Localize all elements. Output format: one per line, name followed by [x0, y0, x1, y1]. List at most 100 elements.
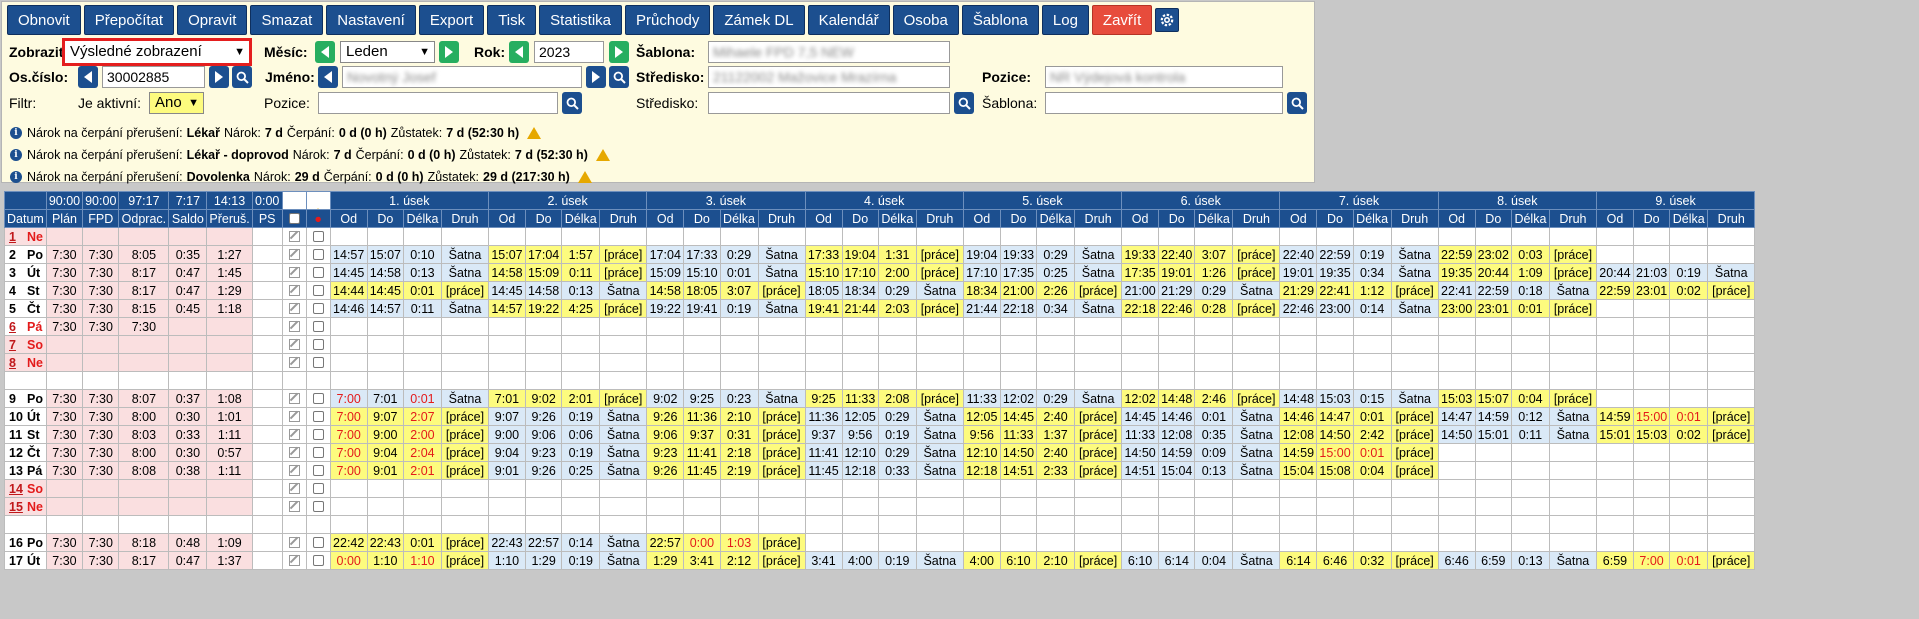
- day-number[interactable]: 6: [9, 320, 23, 334]
- edit-icon[interactable]: [288, 500, 300, 512]
- delete-button[interactable]: Smazat: [250, 5, 324, 35]
- center-filter-input[interactable]: [708, 92, 950, 114]
- row-checkbox[interactable]: [312, 248, 324, 260]
- month-prev-icon[interactable]: [315, 41, 335, 63]
- edit-icon[interactable]: [288, 230, 300, 242]
- row-checkbox[interactable]: [312, 302, 324, 314]
- row-checkbox[interactable]: [312, 266, 324, 278]
- edit-icon[interactable]: [288, 428, 300, 440]
- day-number[interactable]: 15: [9, 500, 23, 514]
- segment-cell: 15:01: [1474, 425, 1512, 444]
- year-input[interactable]: 2023: [534, 41, 604, 63]
- person-prev-icon[interactable]: [78, 66, 98, 88]
- row-checkbox[interactable]: [312, 536, 324, 548]
- refresh-button[interactable]: Obnovit: [7, 5, 81, 35]
- print-button[interactable]: Tisk: [487, 5, 537, 35]
- gear-icon[interactable]: [1155, 8, 1180, 32]
- position-filter-input[interactable]: [318, 92, 558, 114]
- segment-cell: [1632, 299, 1671, 318]
- year-next-icon[interactable]: [609, 41, 629, 63]
- info-type: Lékař - doprovod: [186, 148, 289, 162]
- name-input[interactable]: Novotný Josef: [342, 66, 582, 88]
- select-all-checkbox[interactable]: [288, 212, 300, 224]
- edit-icon[interactable]: [288, 266, 300, 278]
- row-checkbox[interactable]: [312, 500, 324, 512]
- edit-icon[interactable]: [288, 536, 300, 548]
- export-button[interactable]: Export: [418, 5, 485, 35]
- position-input[interactable]: NR Výdejová kontrola: [1045, 66, 1283, 88]
- segment-cell: 0:09: [1194, 443, 1234, 462]
- edit-icon[interactable]: [288, 302, 300, 314]
- row-checkbox[interactable]: [312, 482, 324, 494]
- row-checkbox[interactable]: [312, 428, 324, 440]
- name-prev-icon[interactable]: [318, 66, 338, 88]
- row-checkbox[interactable]: [312, 410, 324, 422]
- display-select[interactable]: Výsledné zobrazení ▼: [62, 38, 252, 66]
- segment-cell: Šatna: [757, 389, 806, 408]
- passages-button[interactable]: Průchody: [625, 5, 711, 35]
- day-number[interactable]: 7: [9, 338, 23, 352]
- calendar-button[interactable]: Kalendář: [807, 5, 890, 35]
- edit-icon[interactable]: [288, 248, 300, 260]
- edit-icon[interactable]: [288, 446, 300, 458]
- search-icon[interactable]: [562, 92, 582, 114]
- search-icon[interactable]: [1287, 92, 1307, 114]
- row-checkbox[interactable]: [312, 284, 324, 296]
- settings-button[interactable]: Nastavení: [326, 5, 416, 35]
- statistics-button[interactable]: Statistika: [539, 5, 623, 35]
- row-checkbox[interactable]: [312, 446, 324, 458]
- edit-icon[interactable]: [288, 554, 300, 566]
- personal-number-input[interactable]: 30002885: [102, 66, 205, 88]
- day-number[interactable]: 8: [9, 356, 23, 370]
- close-button[interactable]: Zavřít: [1091, 5, 1153, 35]
- ps-cell: [251, 263, 283, 282]
- row-checkbox[interactable]: [312, 464, 324, 476]
- log-button[interactable]: Log: [1041, 5, 1089, 35]
- segment-cell: 0:19: [1352, 245, 1392, 264]
- center-input[interactable]: 21122002 Mažovice Mrazírna: [708, 66, 950, 88]
- edit-icon[interactable]: [288, 464, 300, 476]
- lock-dl-button[interactable]: Zámek DL: [713, 5, 805, 35]
- segment-cell: 3:07: [719, 281, 759, 300]
- row-checkbox[interactable]: [312, 338, 324, 350]
- template-filter-input[interactable]: [1045, 92, 1283, 114]
- day-number[interactable]: 1: [9, 230, 23, 244]
- template-input[interactable]: Mihaele FPD 7,5 NEW: [708, 41, 950, 63]
- person-button[interactable]: Osoba: [892, 5, 959, 35]
- recalculate-button[interactable]: Přepočítat: [83, 5, 175, 35]
- search-icon[interactable]: [609, 66, 629, 88]
- row-checkbox[interactable]: [312, 356, 324, 368]
- active-select[interactable]: Ano ▼: [149, 92, 204, 114]
- segment-cell: [877, 533, 917, 552]
- search-icon[interactable]: [232, 66, 252, 88]
- column-header: Odprac.: [118, 209, 170, 228]
- month-value: Leden: [346, 43, 388, 60]
- row-checkbox[interactable]: [312, 320, 324, 332]
- edit-icon[interactable]: [288, 320, 300, 332]
- person-next-icon[interactable]: [209, 66, 229, 88]
- info-line: i Nárok na čerpání přerušení: Lékař Nárok: 7…: [10, 126, 542, 140]
- row-checkbox[interactable]: [312, 554, 324, 566]
- row-checkbox[interactable]: [312, 230, 324, 242]
- segment-cell: Šatna: [1232, 425, 1281, 444]
- segment-cell: 0:04: [1352, 461, 1392, 480]
- edit-icon[interactable]: [288, 392, 300, 404]
- day-number[interactable]: 14: [9, 482, 23, 496]
- edit-icon[interactable]: [288, 410, 300, 422]
- edit-button[interactable]: Opravit: [177, 5, 248, 35]
- year-prev-icon[interactable]: [509, 41, 529, 63]
- edit-icon[interactable]: [288, 356, 300, 368]
- name-next-icon[interactable]: [586, 66, 606, 88]
- month-next-icon[interactable]: [439, 41, 459, 63]
- template-button[interactable]: Šablona: [961, 5, 1039, 35]
- edit-icon[interactable]: [288, 284, 300, 296]
- segment-cell: [1352, 227, 1392, 246]
- search-icon[interactable]: [954, 92, 974, 114]
- month-select[interactable]: Leden ▼: [340, 41, 435, 63]
- edit-icon[interactable]: [288, 338, 300, 350]
- segment-column-header: Druh: [1074, 209, 1123, 228]
- edit-icon[interactable]: [288, 482, 300, 494]
- column-header: FPD: [82, 209, 120, 228]
- row-checkbox[interactable]: [312, 392, 324, 404]
- value-plan: 7:30: [45, 425, 84, 444]
